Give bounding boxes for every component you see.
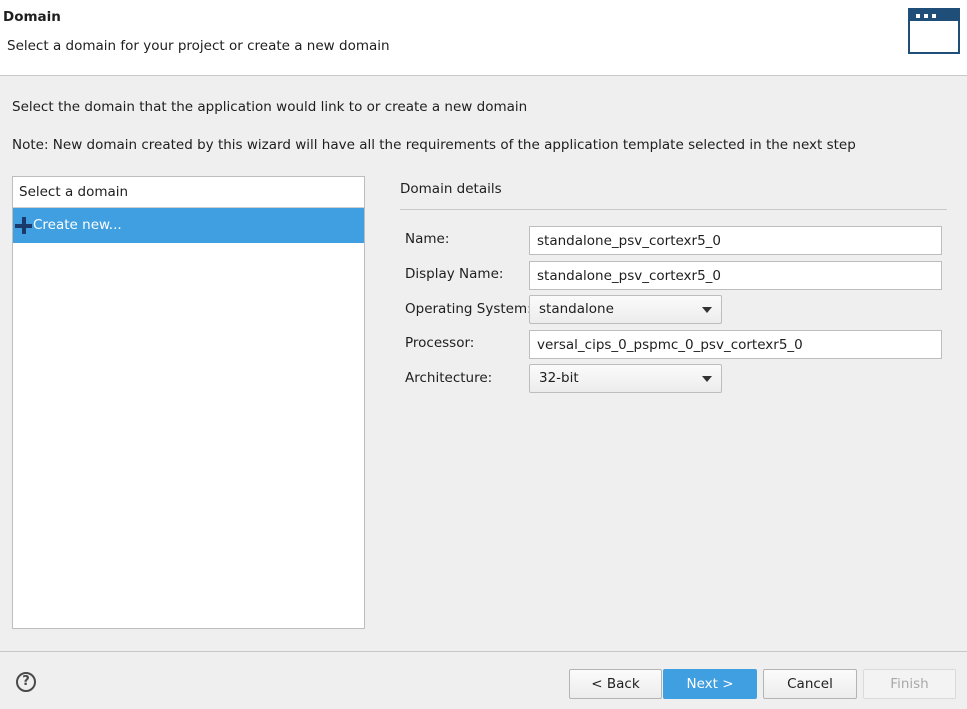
architecture-select[interactable]: 32-bit [529, 364, 722, 393]
cancel-button[interactable]: Cancel [763, 669, 857, 699]
create-new-domain-item[interactable]: Create new... [13, 208, 364, 243]
architecture-select-value: 32-bit [539, 370, 579, 386]
processor-field[interactable] [529, 330, 942, 359]
footer-divider [0, 651, 967, 652]
next-button[interactable]: Next > [663, 669, 757, 699]
name-label: Name: [405, 231, 450, 247]
name-field[interactable] [529, 226, 942, 255]
os-select[interactable]: standalone [529, 295, 722, 324]
wizard-header: Domain Select a domain for your project … [0, 0, 967, 76]
help-icon[interactable]: ? [16, 672, 36, 692]
note-text: Note: New domain created by this wizard … [12, 137, 856, 153]
os-select-value: standalone [539, 301, 614, 317]
architecture-label: Architecture: [405, 370, 493, 386]
back-button[interactable]: < Back [569, 669, 662, 699]
plus-icon [15, 217, 32, 234]
display-name-label: Display Name: [405, 266, 504, 282]
intro-text: Select the domain that the application w… [12, 99, 528, 115]
page-title: Domain [3, 9, 61, 25]
window-icon [908, 8, 960, 54]
display-name-field[interactable] [529, 261, 942, 290]
domain-list-header: Select a domain [13, 177, 364, 208]
page-subtitle: Select a domain for your project or crea… [7, 38, 390, 54]
divider [400, 209, 947, 210]
processor-label: Processor: [405, 335, 475, 351]
domain-list: Select a domain Create new... [12, 176, 365, 629]
domain-details-title: Domain details [400, 181, 502, 197]
chevron-down-icon [702, 376, 712, 382]
os-label: Operating System: [405, 301, 532, 317]
list-item-label: Create new... [33, 217, 122, 233]
chevron-down-icon [702, 307, 712, 313]
finish-button[interactable]: Finish [863, 669, 956, 699]
